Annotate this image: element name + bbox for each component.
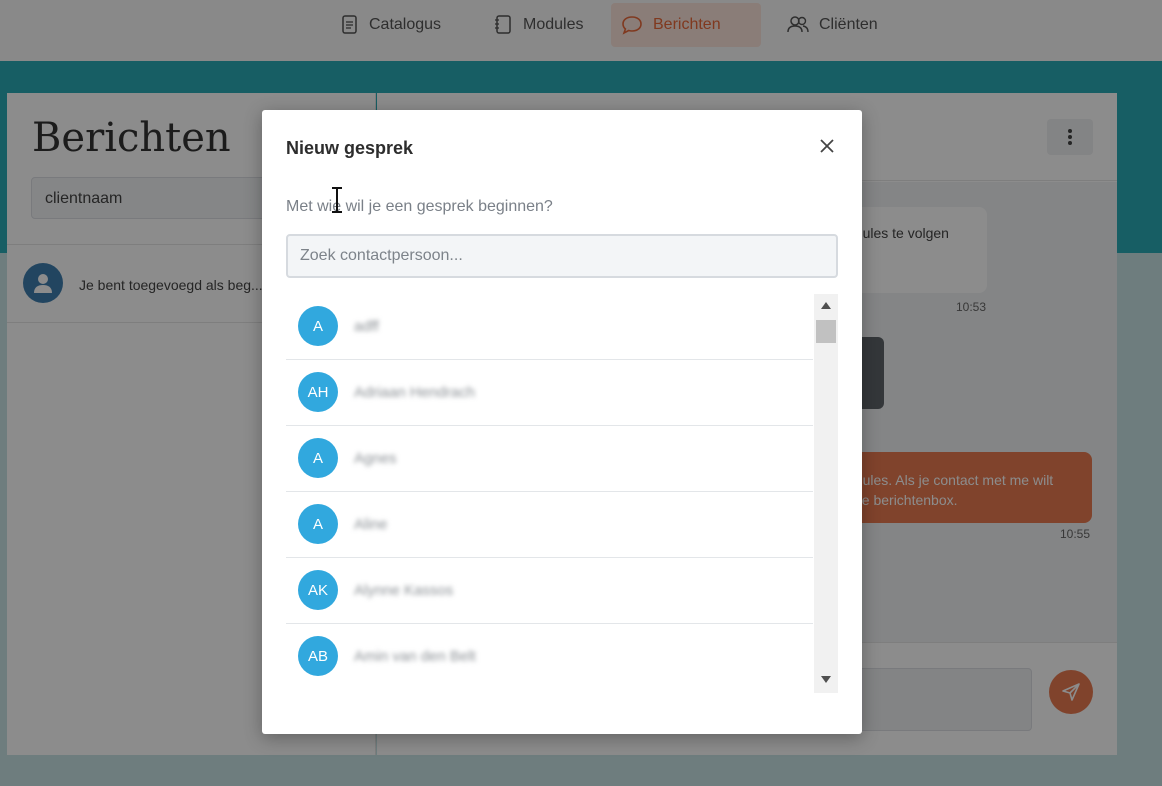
contact-name: Agnes — [354, 450, 397, 467]
avatar: AK — [298, 570, 338, 610]
scroll-down-arrow-icon[interactable] — [821, 676, 831, 683]
modal-subtitle: Met wie wil je een gesprek beginnen? — [286, 198, 553, 215]
avatar: A — [298, 504, 338, 544]
contact-name: Alynne Kassos — [354, 582, 454, 599]
contact-list-scrollbar[interactable] — [814, 294, 838, 693]
scroll-up-arrow-icon[interactable] — [821, 302, 831, 309]
close-button[interactable] — [817, 136, 837, 156]
avatar: AB — [298, 636, 338, 676]
contact-row[interactable]: AK Alynne Kassos — [286, 558, 813, 624]
scroll-thumb[interactable] — [816, 320, 836, 343]
avatar: A — [298, 438, 338, 478]
contact-row[interactable]: AB Amin van den Belt — [286, 624, 813, 689]
close-icon — [820, 139, 834, 153]
contact-search-input[interactable] — [286, 234, 838, 278]
contact-row[interactable]: A adff — [286, 294, 813, 360]
avatar: A — [298, 306, 338, 346]
contact-name: Adriaan Hendrach — [354, 384, 475, 401]
text-cursor-icon — [332, 187, 342, 213]
contact-row[interactable]: A Agnes — [286, 426, 813, 492]
new-conversation-modal: Nieuw gesprek Met wie wil je een gesprek… — [262, 110, 862, 734]
modal-title: Nieuw gesprek — [286, 138, 414, 158]
contact-name: Aline — [354, 516, 388, 533]
contact-row[interactable]: A Aline — [286, 492, 813, 558]
contact-row[interactable]: AH Adriaan Hendrach — [286, 360, 813, 426]
contact-name: Amin van den Belt — [354, 648, 476, 665]
contact-name: adff — [354, 318, 379, 335]
contact-list: A adff AH Adriaan Hendrach A Agnes A Ali… — [286, 294, 813, 689]
avatar: AH — [298, 372, 338, 412]
